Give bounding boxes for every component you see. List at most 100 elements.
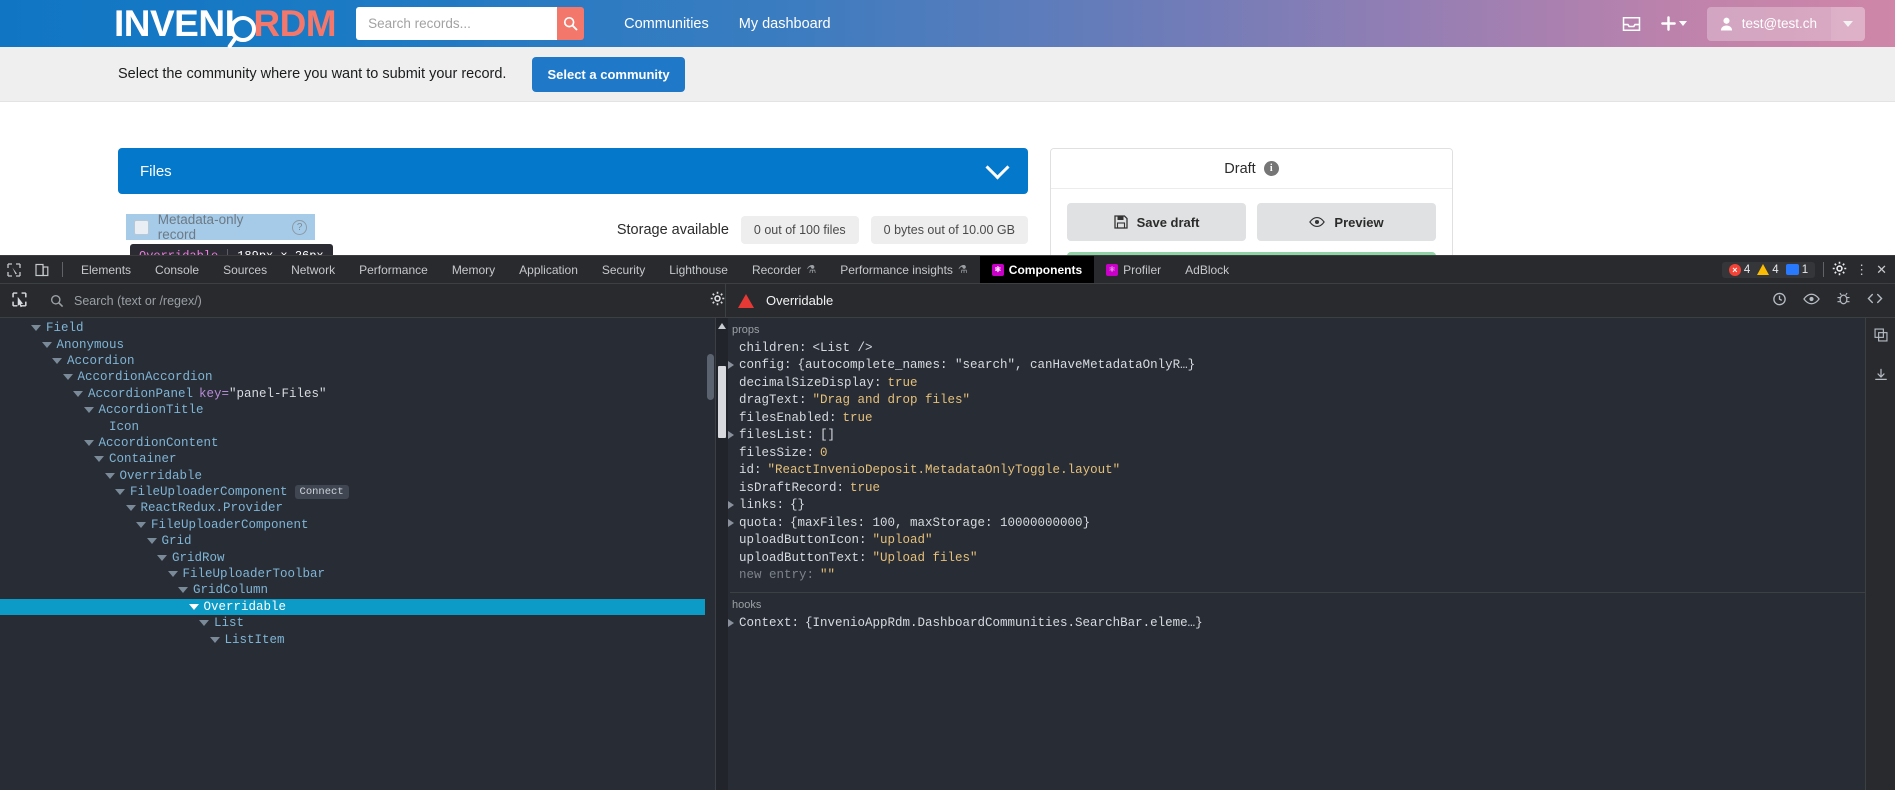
props-scrollbar[interactable] bbox=[716, 318, 728, 790]
tree-node[interactable]: AccordionPanel key="panel-Files" bbox=[0, 386, 715, 402]
tree-node[interactable]: ReactRedux.Provider bbox=[0, 500, 715, 516]
expand-triangle-icon[interactable] bbox=[84, 407, 94, 413]
device-toolbar-icon[interactable] bbox=[28, 256, 56, 283]
tree-node[interactable]: Accordion bbox=[0, 353, 715, 369]
gear-icon[interactable] bbox=[710, 291, 725, 311]
devtools-tab-profiler[interactable]: ⚛Profiler bbox=[1094, 256, 1173, 283]
prop-row[interactable]: decimalSizeDisplay:true bbox=[730, 374, 1895, 392]
tree-node[interactable]: GridRow bbox=[0, 549, 715, 565]
expand-triangle-icon[interactable] bbox=[52, 358, 62, 364]
expand-arrow-icon[interactable] bbox=[728, 619, 734, 627]
warning-counter[interactable]: 4 bbox=[1757, 264, 1778, 276]
devtools-tab-sources[interactable]: Sources bbox=[211, 256, 279, 283]
user-menu-toggle[interactable] bbox=[1831, 7, 1865, 41]
devtools-tab-console[interactable]: Console bbox=[143, 256, 211, 283]
add-menu-button[interactable] bbox=[1661, 16, 1687, 31]
tree-node[interactable]: FileUploaderComponentConnect bbox=[0, 484, 715, 500]
brand-logo[interactable]: INVENI RDM bbox=[114, 5, 336, 42]
prop-row[interactable]: filesEnabled:true bbox=[730, 409, 1895, 427]
components-inspect-button[interactable] bbox=[0, 284, 40, 317]
expand-triangle-icon[interactable] bbox=[178, 587, 188, 593]
tree-node[interactable]: Overridable bbox=[0, 468, 715, 484]
expand-triangle-icon[interactable] bbox=[115, 489, 125, 495]
prop-row[interactable]: dragText:"Drag and drop files" bbox=[730, 392, 1895, 410]
message-counter[interactable]: 1 bbox=[1786, 264, 1808, 276]
tree-node[interactable]: Icon bbox=[0, 418, 715, 434]
tree-node[interactable]: Grid bbox=[0, 533, 715, 549]
store-as-global-icon[interactable] bbox=[1874, 368, 1888, 386]
copy-icon[interactable] bbox=[1874, 328, 1888, 346]
prop-row[interactable]: filesList:[] bbox=[730, 427, 1895, 445]
devtools-tab-components[interactable]: ⚛Components bbox=[980, 256, 1094, 283]
expand-arrow-icon[interactable] bbox=[728, 361, 734, 369]
prop-row[interactable]: new entry:"" bbox=[730, 567, 1895, 585]
expand-triangle-icon[interactable] bbox=[168, 571, 178, 577]
prop-value[interactable]: {maxFiles: 100, maxStorage: 10000000000} bbox=[790, 516, 1090, 530]
prop-value[interactable]: [] bbox=[820, 428, 835, 442]
kebab-menu-icon[interactable]: ⋮ bbox=[1855, 262, 1868, 278]
info-circle-icon[interactable]: i bbox=[1264, 161, 1279, 176]
tree-node[interactable]: GridColumn bbox=[0, 582, 715, 598]
prop-value[interactable]: true bbox=[850, 481, 880, 495]
prop-value[interactable]: "" bbox=[820, 568, 835, 582]
suspense-timer-icon[interactable] bbox=[1772, 291, 1787, 311]
prop-row[interactable]: id:"ReactInvenioDeposit.MetadataOnlyTogg… bbox=[730, 462, 1895, 480]
expand-triangle-icon[interactable] bbox=[199, 620, 209, 626]
tree-scrollbar[interactable] bbox=[705, 318, 715, 790]
prop-row[interactable]: Context:{InvenioAppRdm.DashboardCommunit… bbox=[730, 614, 1895, 632]
devtools-tab-lighthouse[interactable]: Lighthouse bbox=[657, 256, 740, 283]
save-draft-button[interactable]: Save draft bbox=[1067, 203, 1246, 241]
view-source-icon[interactable] bbox=[1867, 292, 1883, 310]
metadata-only-checkbox[interactable] bbox=[134, 220, 149, 235]
tree-node[interactable]: List bbox=[0, 615, 715, 631]
expand-triangle-icon[interactable] bbox=[31, 325, 41, 331]
devtools-tab-security[interactable]: Security bbox=[590, 256, 657, 283]
search-submit-button[interactable] bbox=[557, 7, 584, 40]
expand-arrow-icon[interactable] bbox=[728, 501, 734, 509]
bug-icon[interactable] bbox=[1836, 291, 1851, 311]
devtools-tab-elements[interactable]: Elements bbox=[69, 256, 143, 283]
expand-triangle-icon[interactable] bbox=[105, 473, 115, 479]
prop-value[interactable]: "upload" bbox=[873, 533, 933, 547]
question-circle-icon[interactable]: ? bbox=[292, 220, 307, 235]
devtools-tab-network[interactable]: Network bbox=[279, 256, 347, 283]
expand-triangle-icon[interactable] bbox=[189, 604, 199, 610]
expand-arrow-icon[interactable] bbox=[728, 431, 734, 439]
expand-triangle-icon[interactable] bbox=[73, 391, 83, 397]
devtools-tab-performance[interactable]: Performance bbox=[347, 256, 440, 283]
tree-node[interactable]: AccordionAccordion bbox=[0, 369, 715, 385]
tree-scrollbar-thumb[interactable] bbox=[707, 354, 714, 400]
files-accordion-header[interactable]: Files bbox=[118, 148, 1028, 194]
tree-node[interactable]: FileUploaderComponent bbox=[0, 517, 715, 533]
tree-node-selected[interactable]: Overridable bbox=[0, 599, 715, 615]
tree-node[interactable]: Anonymous bbox=[0, 336, 715, 352]
expand-triangle-icon[interactable] bbox=[94, 456, 104, 462]
prop-value[interactable]: true bbox=[843, 411, 873, 425]
prop-row[interactable]: filesSize:0 bbox=[730, 444, 1895, 462]
eye-inspect-icon[interactable] bbox=[1803, 292, 1820, 310]
search-input[interactable] bbox=[356, 7, 557, 40]
tree-node[interactable]: AccordionTitle bbox=[0, 402, 715, 418]
nav-link-my-dashboard[interactable]: My dashboard bbox=[739, 16, 831, 32]
tree-node[interactable]: Container bbox=[0, 451, 715, 467]
devtools-tab-memory[interactable]: Memory bbox=[440, 256, 507, 283]
prop-row[interactable]: children:<List /> bbox=[730, 339, 1895, 357]
prop-row[interactable]: links:{} bbox=[730, 497, 1895, 515]
prop-value[interactable]: {InvenioAppRdm.DashboardCommunities.Sear… bbox=[805, 616, 1203, 630]
expand-triangle-icon[interactable] bbox=[63, 374, 73, 380]
tree-node[interactable]: Field bbox=[0, 320, 715, 336]
error-counter[interactable]: × 4 bbox=[1729, 264, 1750, 276]
devtools-tab-recorder[interactable]: Recorder⚗ bbox=[740, 256, 828, 283]
devtools-tab-performance-insights[interactable]: Performance insights⚗ bbox=[828, 256, 980, 283]
prop-value[interactable]: 0 bbox=[820, 446, 828, 460]
scroll-up-arrow-icon[interactable] bbox=[718, 323, 726, 329]
inspect-cursor-icon[interactable] bbox=[0, 256, 28, 283]
prop-value[interactable]: {} bbox=[790, 498, 805, 512]
tree-node[interactable]: AccordionContent bbox=[0, 435, 715, 451]
expand-triangle-icon[interactable] bbox=[157, 555, 167, 561]
expand-triangle-icon[interactable] bbox=[84, 440, 94, 446]
props-scrollbar-thumb[interactable] bbox=[718, 366, 726, 438]
issue-counters[interactable]: × 4 4 1 bbox=[1722, 262, 1815, 278]
metadata-only-toggle[interactable]: Metadata-only record ? bbox=[126, 214, 315, 240]
components-search-input[interactable] bbox=[74, 294, 700, 308]
